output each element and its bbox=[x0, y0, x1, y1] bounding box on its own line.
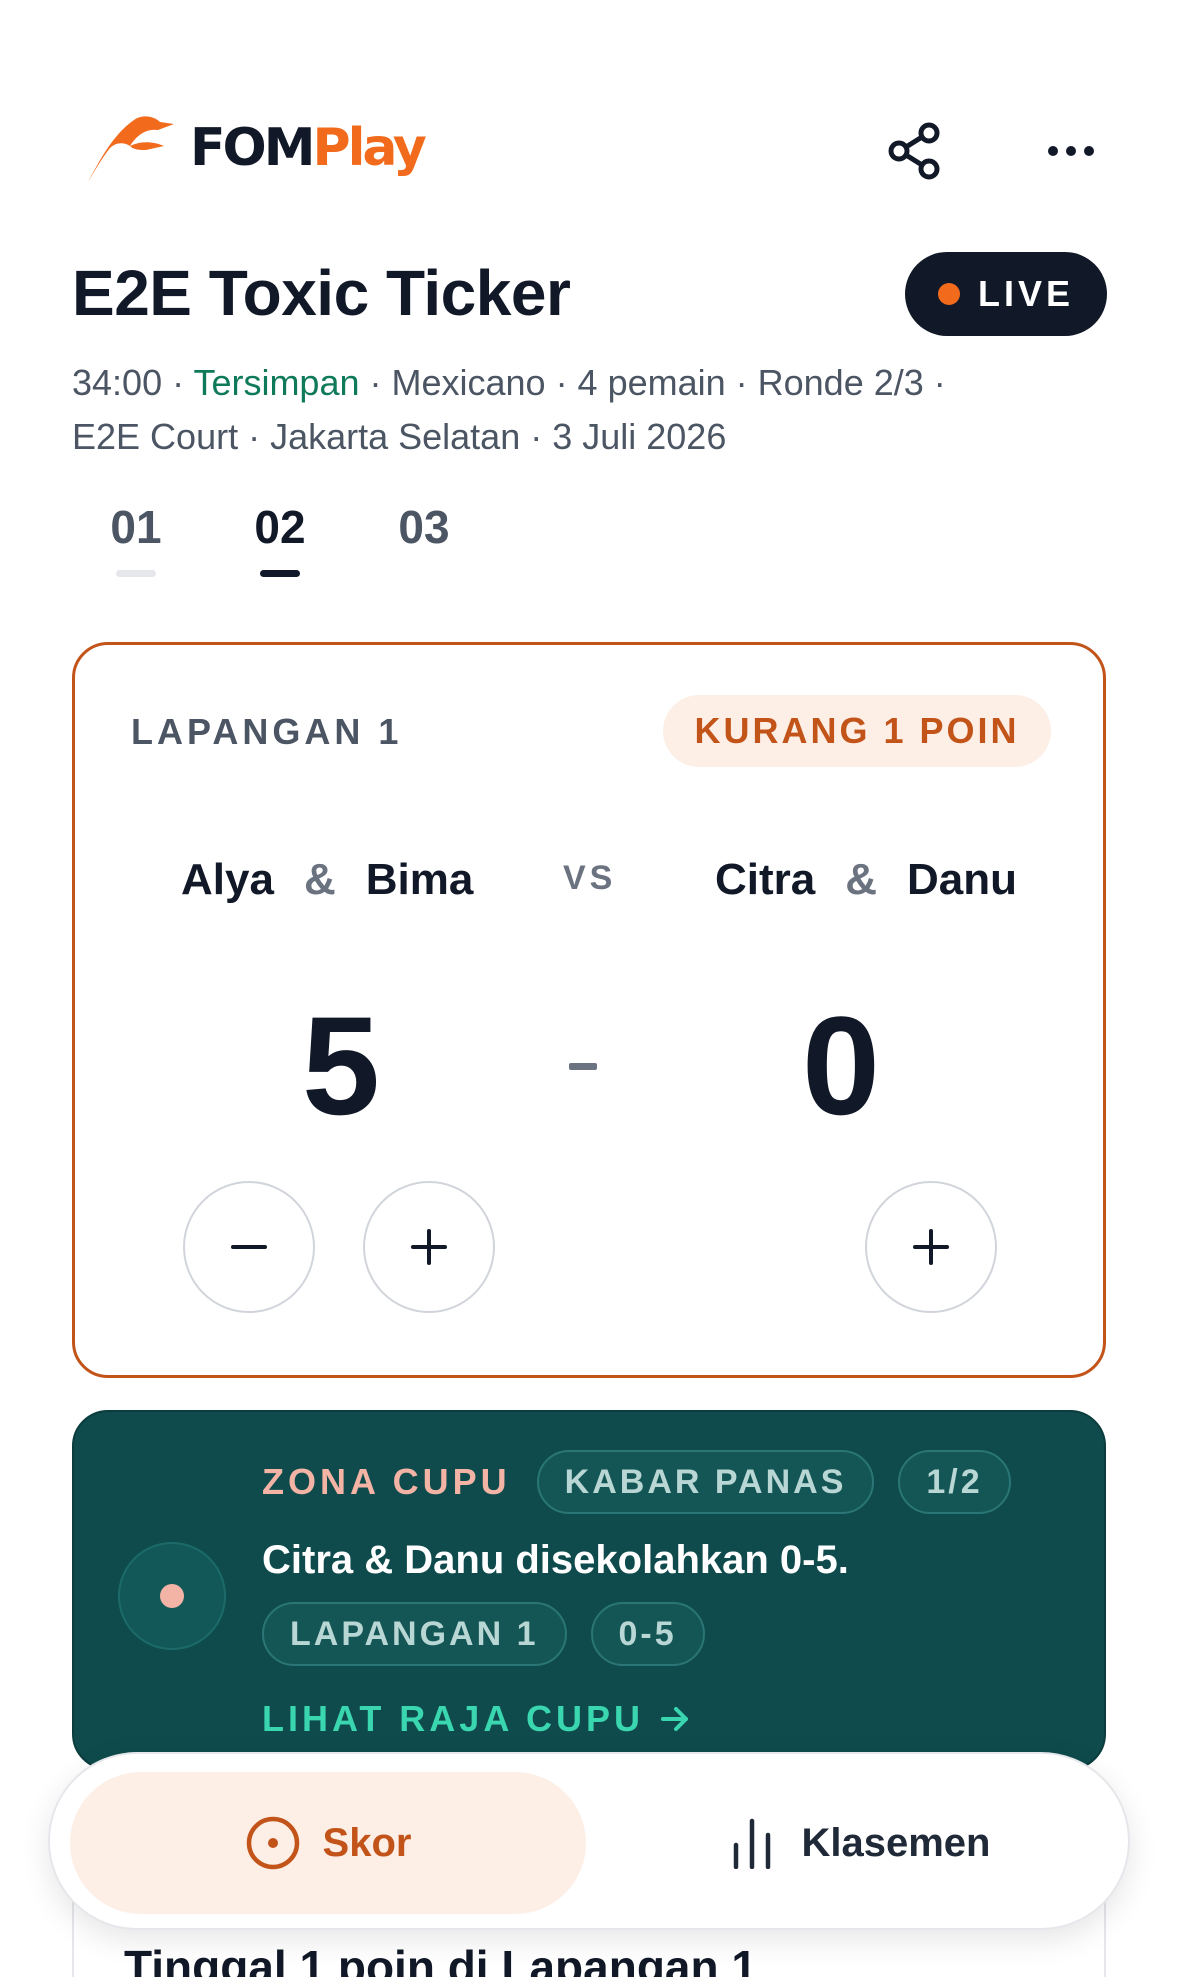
plus-icon bbox=[411, 1229, 447, 1265]
view-raja-cupu-link[interactable]: LIHAT RAJA CUPU bbox=[262, 1698, 690, 1740]
tab-indicator bbox=[404, 570, 444, 577]
tab-round-label: 02 bbox=[254, 501, 306, 553]
tab-round-label: 03 bbox=[398, 501, 450, 553]
tab-indicator bbox=[116, 570, 156, 577]
team-a-player-1: Alya bbox=[181, 855, 274, 904]
team-b-names: Citra & Danu bbox=[715, 855, 1017, 905]
logo-fom: FOM bbox=[190, 118, 315, 178]
more-horizontal-icon bbox=[1048, 146, 1094, 156]
news-page-pill: 1/2 bbox=[898, 1450, 1011, 1514]
court-card: LAPANGAN 1 KURANG 1 POIN Alya & Bima VS … bbox=[72, 642, 1106, 1378]
team-b-amp: & bbox=[845, 855, 878, 904]
news-tag-pill: KABAR PANAS bbox=[536, 1450, 875, 1514]
news-indicator bbox=[118, 1542, 226, 1650]
nav-tab-skor[interactable]: Skor bbox=[70, 1772, 586, 1914]
live-badge: LIVE bbox=[905, 252, 1107, 336]
news-link-label: LIHAT RAJA CUPU bbox=[262, 1698, 644, 1739]
plus-icon bbox=[913, 1229, 949, 1265]
news-ticker-card[interactable]: ZONA CUPU KABAR PANAS 1/2 Citra & Danu d… bbox=[72, 1410, 1106, 1770]
saved-status: Tersimpan bbox=[193, 362, 360, 403]
news-chips: LAPANGAN 1 0-5 bbox=[262, 1602, 729, 1666]
more-options-button[interactable] bbox=[1036, 116, 1106, 186]
minus-icon bbox=[231, 1245, 267, 1249]
team-a-increment-button[interactable] bbox=[363, 1181, 495, 1313]
team-a-amp: & bbox=[303, 855, 336, 904]
app-header: FOMPlay bbox=[0, 0, 1179, 220]
team-b-increment-button[interactable] bbox=[865, 1181, 997, 1313]
news-score-chip: 0-5 bbox=[590, 1602, 705, 1666]
session-details: · Mexicano · 4 pemain · Ronde 2/3 · bbox=[359, 362, 946, 403]
share-button[interactable] bbox=[880, 116, 950, 186]
session-meta: 34:00 · Tersimpan · Mexicano · 4 pemain … bbox=[72, 356, 1112, 464]
session-timer: 34:00 bbox=[72, 362, 163, 403]
tab-indicator bbox=[260, 570, 300, 577]
news-court-chip: LAPANGAN 1 bbox=[262, 1602, 567, 1666]
deficit-badge: KURANG 1 POIN bbox=[663, 695, 1051, 767]
tab-round-label: 01 bbox=[110, 501, 162, 553]
record-dot-icon bbox=[160, 1584, 184, 1608]
team-a-player-2: Bima bbox=[365, 855, 474, 904]
bottom-nav: Skor Klasemen bbox=[48, 1752, 1130, 1930]
arrow-right-icon bbox=[661, 1707, 688, 1731]
news-tags: ZONA CUPU KABAR PANAS 1/2 bbox=[262, 1450, 1035, 1514]
team-b-player-2: Danu bbox=[907, 855, 1018, 904]
meta-line-2: E2E Court · Jakarta Selatan · 3 Juli 202… bbox=[72, 416, 727, 457]
bird-logo-icon bbox=[88, 116, 174, 182]
share-icon bbox=[888, 122, 940, 180]
nav-skor-label: Skor bbox=[322, 1820, 412, 1865]
nav-tab-klasemen[interactable]: Klasemen bbox=[630, 1772, 1090, 1914]
session-title: E2E Toxic Ticker bbox=[72, 257, 571, 329]
deficit-label: KURANG 1 POIN bbox=[694, 710, 1020, 751]
vs-label: VS bbox=[563, 859, 617, 897]
tab-round-03[interactable]: 03 bbox=[374, 500, 474, 554]
status-title: Tinggal 1 poin di Lapangan 1 bbox=[124, 1941, 757, 1977]
fomplay-logo[interactable]: FOMPlay bbox=[84, 112, 427, 184]
score-separator bbox=[569, 1063, 597, 1070]
team-a-score: 5 bbox=[302, 987, 380, 1144]
team-a-decrement-button[interactable] bbox=[183, 1181, 315, 1313]
logo-wordmark: FOMPlay bbox=[190, 118, 427, 178]
news-zone-label: ZONA CUPU bbox=[262, 1461, 511, 1502]
live-label: LIVE bbox=[977, 273, 1074, 314]
team-a-names: Alya & Bima bbox=[181, 855, 473, 905]
team-b-player-1: Citra bbox=[715, 855, 816, 904]
logo-play: Play bbox=[312, 118, 426, 178]
nav-klasemen-label: Klasemen bbox=[801, 1820, 991, 1865]
news-headline: Citra & Danu disekolahkan 0-5. bbox=[262, 1538, 849, 1582]
live-dot-icon bbox=[937, 283, 960, 305]
meta-line-1: 34:00 · Tersimpan · Mexicano · 4 pemain … bbox=[72, 362, 946, 403]
bar-chart-icon bbox=[733, 1818, 770, 1869]
team-b-score: 0 bbox=[802, 987, 880, 1144]
tab-round-01[interactable]: 01 bbox=[86, 500, 186, 577]
court-label: LAPANGAN 1 bbox=[131, 711, 403, 752]
target-icon bbox=[246, 1816, 299, 1870]
tab-round-02[interactable]: 02 bbox=[230, 500, 330, 577]
